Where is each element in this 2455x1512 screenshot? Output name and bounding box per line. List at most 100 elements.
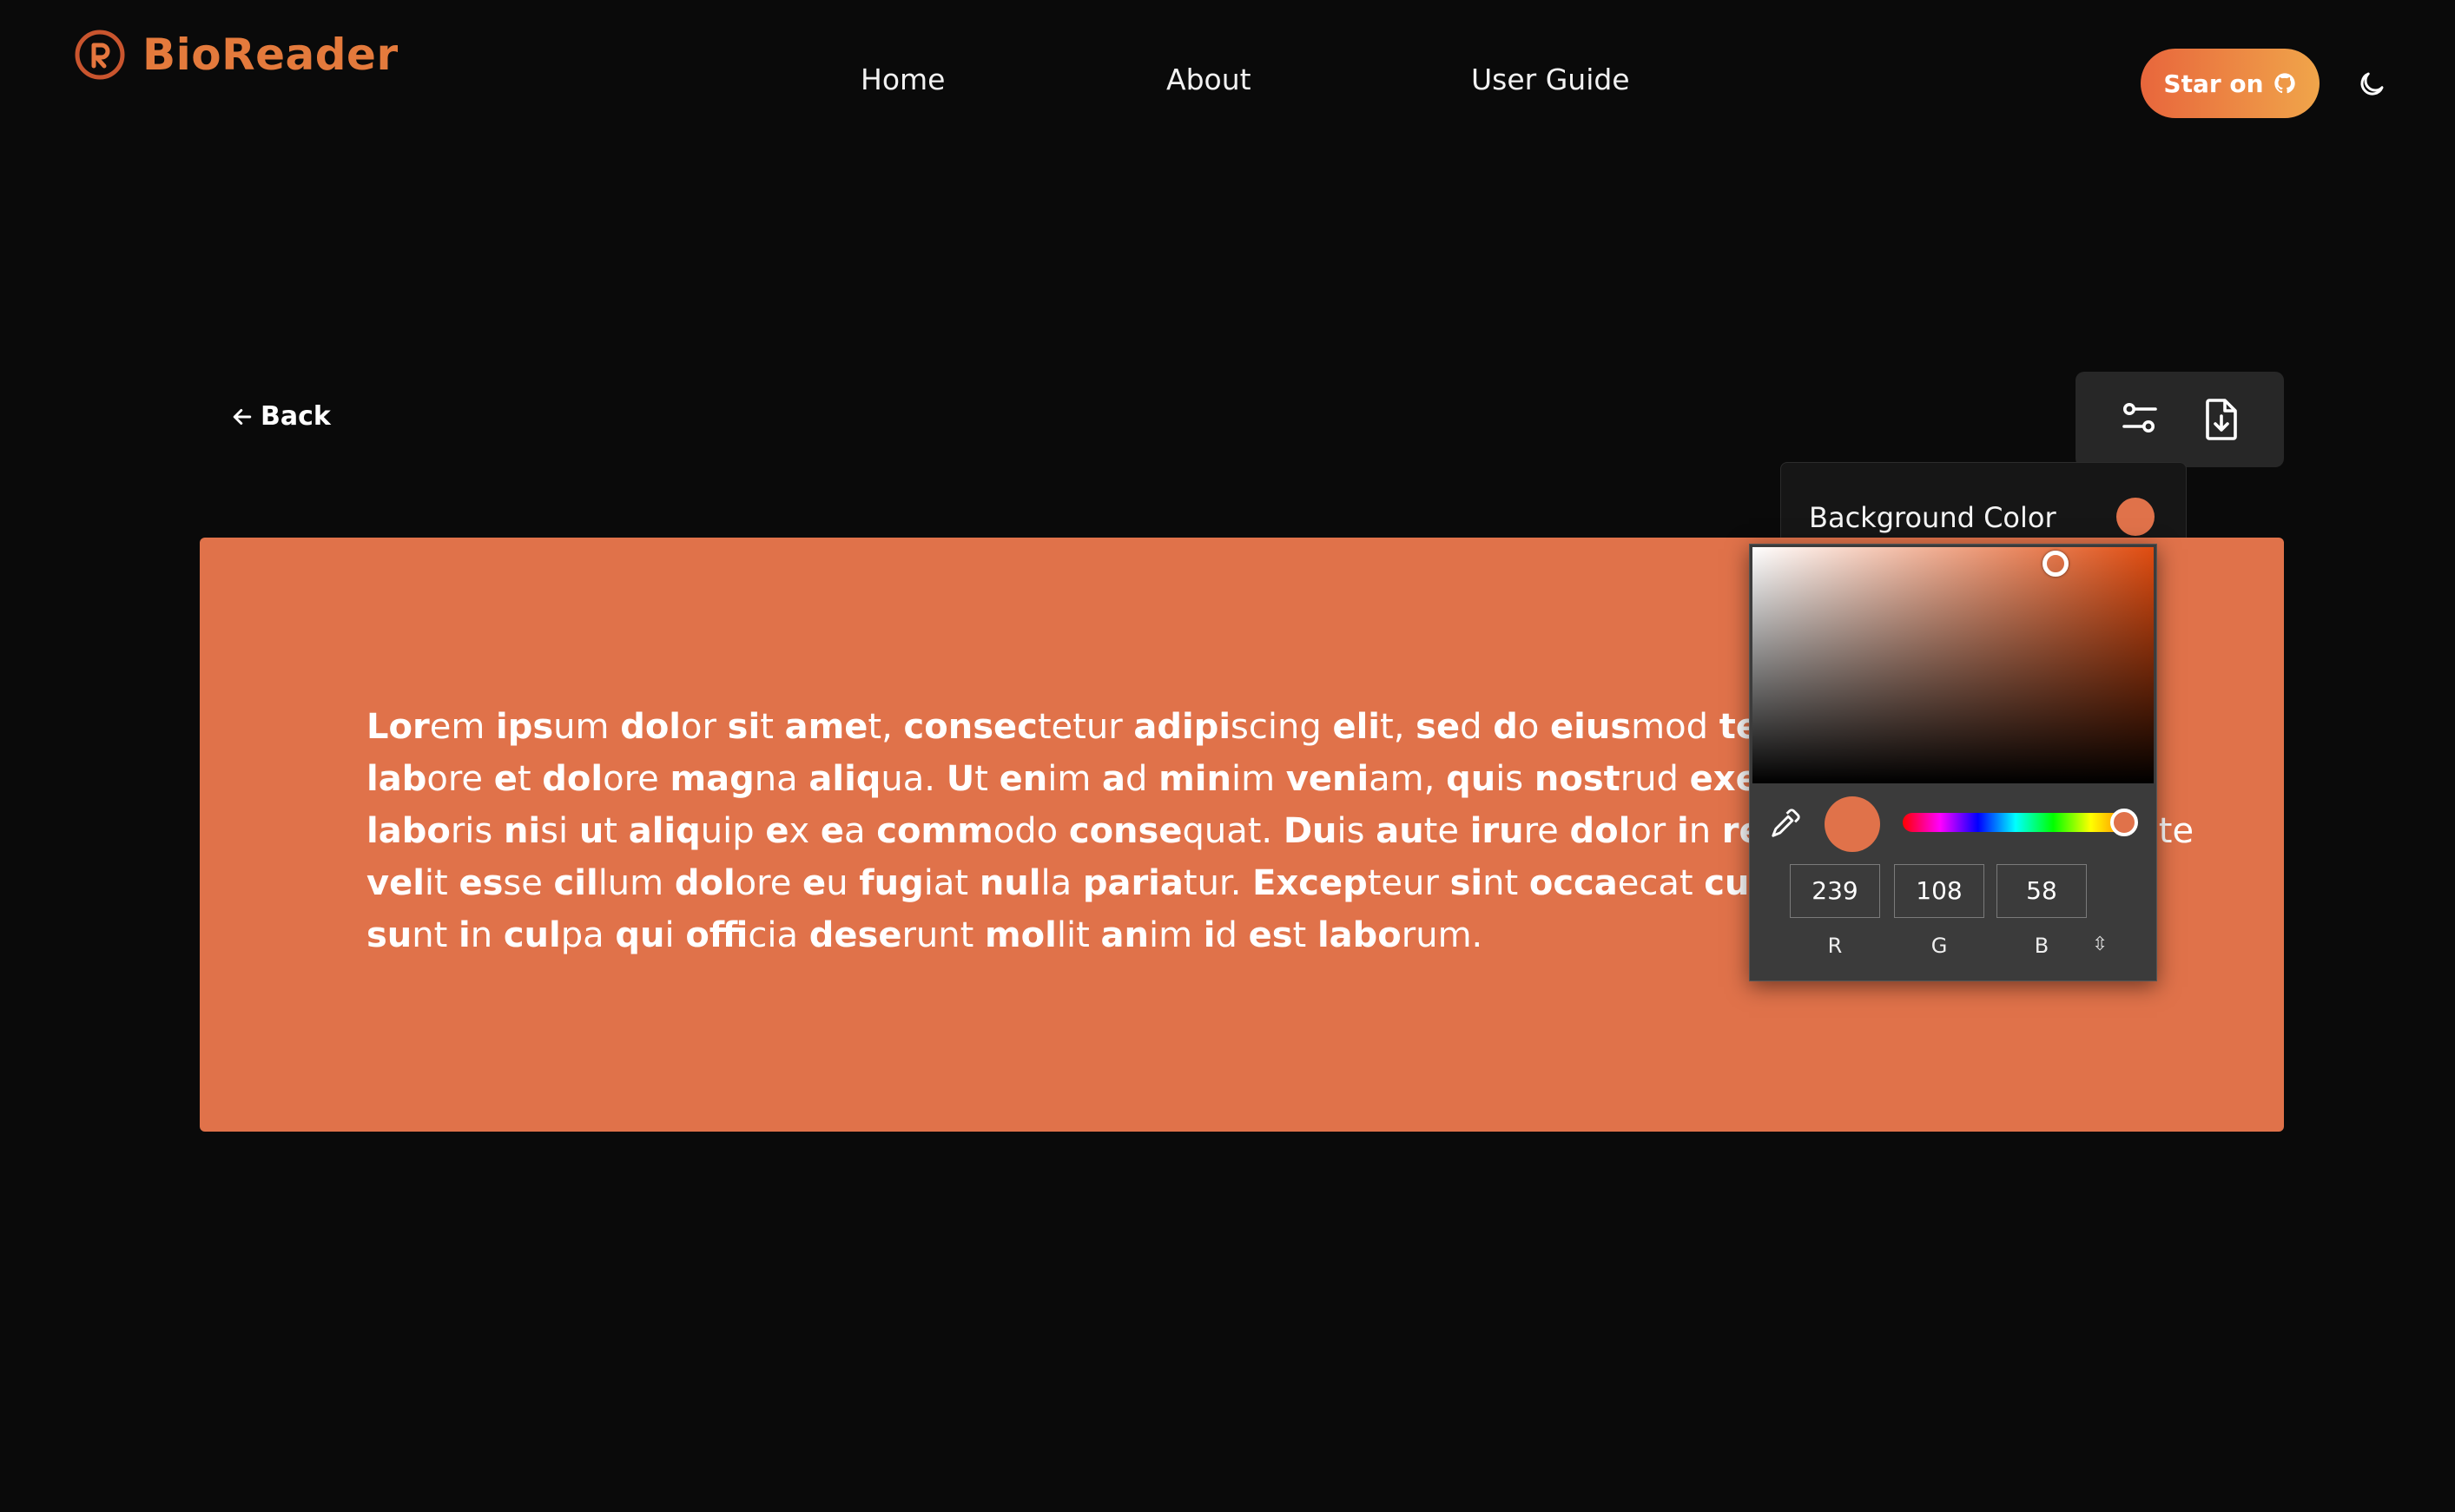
bold-segment: aliq [808, 759, 881, 799]
green-input[interactable]: 108 [1894, 864, 1984, 918]
bold-segment: cil [553, 863, 598, 903]
saturation-value-area[interactable] [1752, 547, 2154, 783]
regular-segment: im [1047, 759, 1102, 799]
regular-segment: rum. [1401, 915, 1483, 955]
regular-segment: quat. [1182, 811, 1284, 851]
dark-mode-toggle-icon[interactable] [2356, 69, 2387, 100]
brand-logo[interactable]: BioReader [73, 28, 399, 82]
regular-segment: lit [1056, 915, 1101, 955]
regular-segment: or [1630, 811, 1677, 851]
regular-segment: is [1495, 759, 1534, 799]
reader-toolbar [2076, 372, 2284, 467]
regular-segment: lum [597, 863, 675, 903]
bold-segment: eius [1550, 707, 1632, 747]
regular-segment: te [1423, 811, 1470, 851]
regular-segment: n [470, 915, 504, 955]
bold-segment: qu [1446, 759, 1496, 799]
bold-segment: dol [674, 863, 736, 903]
bold-segment: aliq [628, 811, 701, 851]
star-on-github-button[interactable]: Star on [2141, 49, 2320, 118]
bold-segment: a [1102, 759, 1125, 799]
hue-slider[interactable] [1903, 813, 2128, 832]
regular-segment: im [1231, 759, 1286, 799]
bold-segment: e [493, 759, 518, 799]
bold-segment: i [459, 915, 471, 955]
regular-segment: runt [901, 915, 985, 955]
regular-segment: u [826, 863, 860, 903]
hue-slider-thumb[interactable] [2110, 809, 2138, 836]
nav-about[interactable]: About [1166, 63, 1251, 96]
bold-segment: lab [366, 759, 427, 799]
bold-segment: Lor [366, 707, 430, 747]
bold-segment: conse [1068, 811, 1183, 851]
bold-segment: veni [1285, 759, 1369, 799]
green-label: G [1930, 934, 1948, 958]
bold-segment: e [802, 863, 827, 903]
regular-segment: na [754, 759, 809, 799]
regular-segment: or [681, 707, 728, 747]
bold-segment: dol [1569, 811, 1631, 851]
bold-segment: e [820, 811, 844, 851]
bold-segment: dol [542, 759, 604, 799]
bold-segment: i [1676, 811, 1689, 851]
regular-segment: d [1460, 707, 1494, 747]
regular-segment: teur [1367, 863, 1450, 903]
bold-segment: mol [985, 915, 1057, 955]
bold-segment: fug [859, 863, 924, 903]
bold-segment: vel [366, 863, 425, 903]
regular-segment: n [1688, 811, 1722, 851]
regular-segment: nt [1482, 863, 1529, 903]
bold-segment: mag [670, 759, 755, 799]
regular-segment: iat [923, 863, 980, 903]
red-input[interactable]: 239 [1790, 864, 1880, 918]
regular-segment: rud [1620, 759, 1690, 799]
download-file-icon[interactable] [2201, 397, 2242, 442]
bold-segment: offi [685, 915, 749, 955]
brand-name: BioReader [142, 30, 399, 80]
regular-segment: odo [993, 811, 1069, 851]
bold-segment: qu [615, 915, 665, 955]
color-picker: 239 108 58 R G B ⇳ [1749, 544, 2157, 981]
regular-segment: i [664, 915, 686, 955]
saturation-cursor[interactable] [2043, 551, 2069, 577]
regular-segment: ore [426, 759, 494, 799]
regular-segment: t, [1380, 707, 1416, 747]
regular-segment: la [1040, 863, 1083, 903]
regular-segment: t [974, 759, 1000, 799]
bold-segment: ni [503, 811, 541, 851]
regular-segment: im [1148, 915, 1204, 955]
bold-segment: nul [979, 863, 1041, 903]
bold-segment: Du [1283, 811, 1337, 851]
background-color-swatch[interactable] [2116, 498, 2155, 536]
regular-segment: t, [868, 707, 904, 747]
bold-segment: en [999, 759, 1048, 799]
regular-segment: ua. [881, 759, 947, 799]
eyedropper-icon[interactable] [1769, 807, 1802, 840]
regular-segment: nt [412, 915, 459, 955]
regular-segment: it [424, 863, 459, 903]
bold-segment: u [578, 811, 604, 851]
nav-home[interactable]: Home [861, 63, 945, 96]
back-button[interactable]: Back [229, 401, 331, 432]
regular-segment: um [553, 707, 621, 747]
nav-user-guide[interactable]: User Guide [1471, 63, 1630, 96]
regular-segment: se [503, 863, 554, 903]
regular-segment: mod [1631, 707, 1719, 747]
bold-segment: nost [1534, 759, 1620, 799]
github-icon [2274, 73, 2295, 94]
arrow-left-icon [233, 408, 252, 425]
bioreader-logo-icon [75, 30, 125, 80]
color-mode-toggle-icon[interactable]: ⇳ [2092, 934, 2108, 955]
settings-sliders-icon[interactable] [2119, 397, 2161, 442]
blue-input[interactable]: 58 [1996, 864, 2087, 918]
bold-segment: labo [366, 811, 451, 851]
background-color-label: Background Color [1809, 501, 2056, 534]
bold-segment: d [1493, 707, 1518, 747]
bold-segment: labo [1317, 915, 1402, 955]
regular-segment: cia [748, 915, 809, 955]
color-preview-swatch [1825, 796, 1880, 852]
regular-segment: tetur [1037, 707, 1134, 747]
bold-segment: su [366, 915, 412, 955]
regular-segment: re [1523, 811, 1570, 851]
regular-segment: pa [560, 915, 616, 955]
